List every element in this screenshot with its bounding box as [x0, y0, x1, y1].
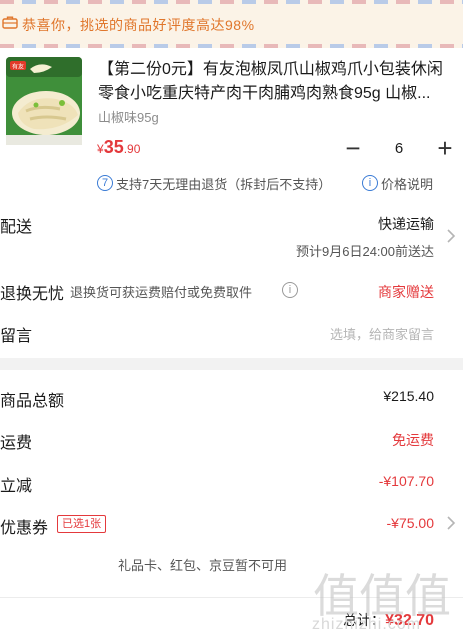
- goods-total-value: ¥215.40: [383, 388, 434, 404]
- price-decimal: .90: [123, 142, 141, 156]
- discount-value: -¥107.70: [378, 473, 434, 489]
- delivery-method[interactable]: 快递运输: [378, 214, 434, 234]
- price-integer: 35: [103, 137, 124, 157]
- price-currency: ¥: [97, 142, 104, 156]
- info-icon: i: [362, 175, 378, 191]
- quantity-stepper: − 6 +: [335, 129, 463, 167]
- briefcase-icon: [2, 16, 18, 29]
- chevron-right-icon[interactable]: [445, 229, 457, 243]
- delivery-eta: 预计9月6日24:00前送达: [296, 244, 434, 259]
- price-explain-link[interactable]: i 价格说明: [362, 173, 433, 193]
- info-icon[interactable]: i: [282, 282, 298, 298]
- decrease-button[interactable]: −: [335, 129, 371, 167]
- praise-banner: 恭喜你，挑选的商品好评度高达98%: [0, 0, 463, 48]
- quantity-value[interactable]: 6: [371, 129, 427, 167]
- shipping-label: 运费: [0, 435, 33, 452]
- delivery-label: 配送: [0, 219, 33, 236]
- airmail-stripe-bottom: [0, 44, 463, 48]
- airmail-stripe-top: [0, 0, 463, 4]
- return-desc: 退换货可获运费赔付或免费取件: [70, 285, 253, 300]
- banner-text: 恭喜你，挑选的商品好评度高达98%: [22, 17, 255, 33]
- seven-day-icon: 7: [97, 175, 113, 191]
- product-spec: 山椒味95g: [98, 110, 159, 125]
- watermark-glyphs: 值值值: [313, 569, 451, 623]
- return-policy-text: 支持7天无理由退货（拆封后不支持）: [116, 176, 332, 192]
- product-title[interactable]: 【第二份0元】有友泡椒凤爪山椒鸡爪小包装休闲零食小吃重庆特产肉干肉脯鸡肉熟食95…: [98, 58, 454, 106]
- return-value: 商家赠送: [378, 284, 434, 300]
- return-policy: 7 支持7天无理由退货（拆封后不支持）: [97, 173, 331, 193]
- message-label: 留言: [0, 328, 33, 345]
- message-input[interactable]: 选填，给商家留言: [330, 324, 434, 343]
- shipping-value: 免运费: [392, 432, 434, 448]
- return-label: 退换无忧: [0, 286, 65, 303]
- coupon-label: 优惠券: [0, 520, 49, 537]
- product-image[interactable]: 有友: [0, 55, 86, 147]
- increase-button[interactable]: +: [427, 129, 463, 167]
- watermark-text: zhizhizhi.com: [312, 616, 422, 633]
- coupon-value[interactable]: -¥75.00: [387, 515, 434, 531]
- goods-total-label: 商品总额: [0, 393, 65, 410]
- package-brand-text: 有友: [12, 63, 24, 71]
- price-explain-text: 价格说明: [381, 176, 434, 192]
- section-divider: [0, 358, 463, 370]
- chevron-right-icon[interactable]: [445, 516, 457, 530]
- discount-label: 立减: [0, 478, 33, 495]
- coupon-badge: 已选1张: [57, 515, 107, 533]
- gift-note: 礼品卡、红包、京豆暂不可用: [118, 558, 288, 573]
- product-price: ¥35.90: [97, 137, 140, 158]
